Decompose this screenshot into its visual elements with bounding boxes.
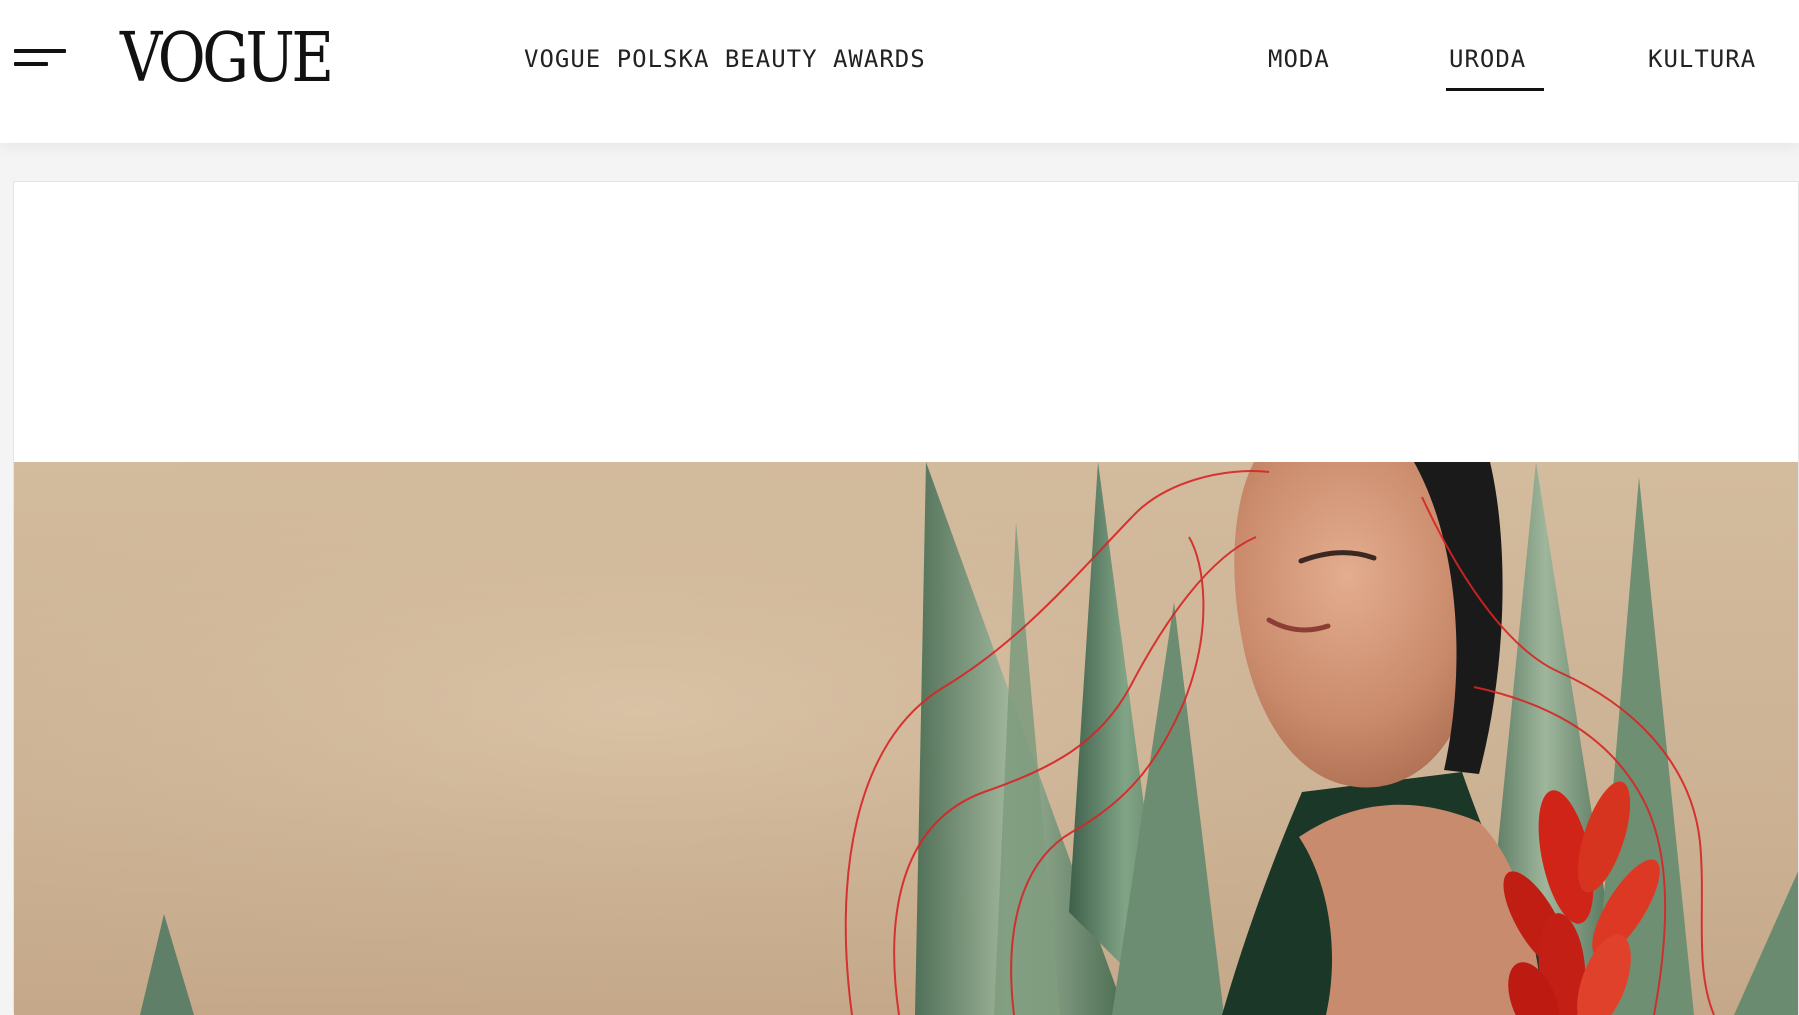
nav-link-moda[interactable]: MODA [1268,44,1330,74]
blank-ad-slot [14,182,1798,461]
menu-line-top [14,49,66,53]
active-nav-underline [1446,88,1544,91]
nav-link-kultura[interactable]: KULTURA [1648,44,1756,74]
nav-link-uroda[interactable]: URODA [1449,44,1526,74]
article-content-frame [13,181,1799,1015]
hero-image[interactable] [14,462,1798,1015]
hamburger-menu-icon[interactable] [14,49,68,71]
vogue-logo[interactable]: VOGUE [120,24,334,94]
menu-line-bottom [14,62,48,66]
hero-artwork [14,462,1798,1015]
nav-link-beauty-awards[interactable]: VOGUE POLSKA BEAUTY AWARDS [524,44,926,74]
site-header: VOGUE VOGUE POLSKA BEAUTY AWARDS MODA UR… [0,0,1799,143]
